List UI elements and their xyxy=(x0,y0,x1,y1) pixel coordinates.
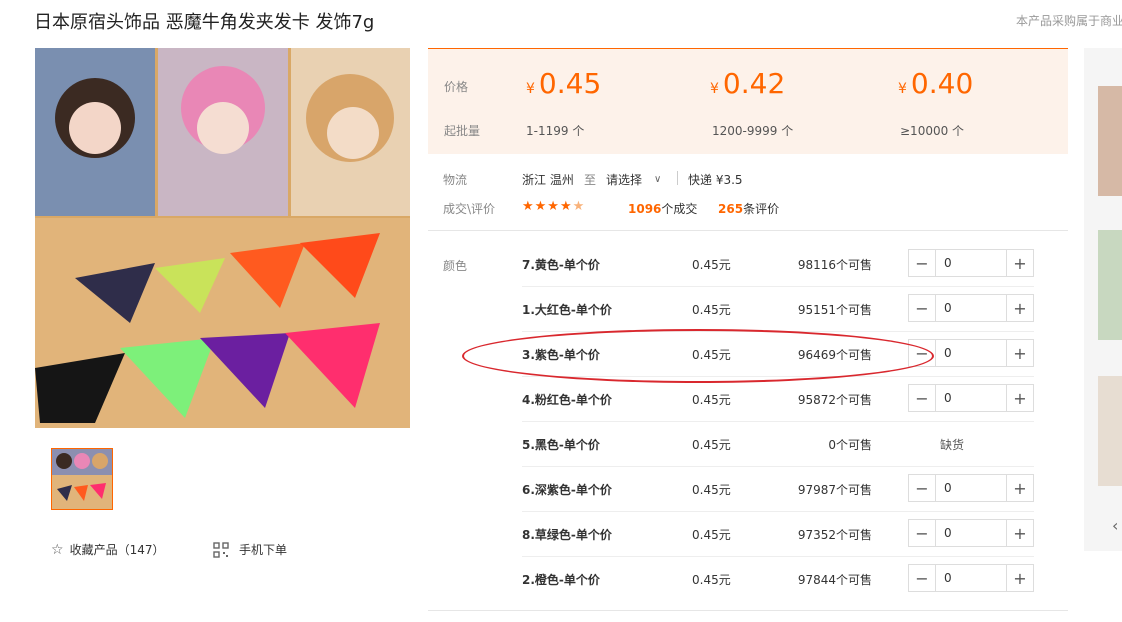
product-title: 日本原宿头饰品 恶魔牛角发夹发卡 发饰7g xyxy=(34,12,375,33)
moq-label: 起批量 xyxy=(444,124,481,138)
quantity-input[interactable]: 0 xyxy=(935,295,1007,321)
variant-name: 1.大红色-单个价 xyxy=(522,303,612,317)
review-count-link[interactable]: 265条评价 xyxy=(718,200,779,217)
minus-icon[interactable]: − xyxy=(909,385,935,411)
plus-icon[interactable]: + xyxy=(1007,295,1033,321)
variant-row: 1.大红色-单个价 0.45元 95151个可售 −0 + xyxy=(522,287,1034,332)
minus-icon[interactable]: − xyxy=(909,295,935,321)
variant-stock: 95872个可售 xyxy=(797,393,872,407)
variant-price: 0.45元 xyxy=(692,528,731,542)
quantity-stepper[interactable]: −0 + xyxy=(908,384,1034,412)
quantity-input[interactable]: 0 xyxy=(935,475,1007,501)
destination-select[interactable]: 请选择 ∨ xyxy=(606,171,661,188)
main-product-image[interactable] xyxy=(35,48,410,428)
plus-icon[interactable]: + xyxy=(1007,520,1033,546)
tier-range-3: ≥10000 个 xyxy=(900,124,965,138)
variant-price: 0.45元 xyxy=(692,573,731,587)
variant-row: 4.粉红色-单个价 0.45元 95872个可售 −0 + xyxy=(522,377,1034,422)
plus-icon[interactable]: + xyxy=(1007,340,1033,366)
quantity-stepper[interactable]: −0 + xyxy=(908,249,1034,277)
quantity-stepper[interactable]: −0 + xyxy=(908,519,1034,547)
thumbnail-photo xyxy=(52,449,112,509)
variant-price: 0.45元 xyxy=(692,303,731,317)
minus-icon[interactable]: − xyxy=(909,520,935,546)
destination-select-value: 请选择 xyxy=(606,173,643,187)
reviews-label: 成交\评价 xyxy=(443,202,496,216)
quantity-input[interactable]: 0 xyxy=(935,340,1007,366)
variant-stock: 97987个可售 xyxy=(797,483,872,497)
tier-price-3: ¥0.40 xyxy=(898,67,974,100)
variant-name: 7.黄色-单个价 xyxy=(522,258,600,272)
quantity-input[interactable]: 0 xyxy=(935,565,1007,591)
variant-stock: 0个可售 xyxy=(828,438,872,452)
variant-stock: 98116个可售 xyxy=(797,258,872,272)
variant-row: 5.黑色-单个价 0.45元 0个可售 缺货 xyxy=(522,422,1034,467)
color-label: 颜色 xyxy=(443,259,468,273)
divider xyxy=(677,171,678,185)
shipping-fee: 快递 ¥3.5 xyxy=(688,173,743,187)
quantity-stepper[interactable]: −0 + xyxy=(908,564,1034,592)
plus-icon[interactable]: + xyxy=(1007,565,1033,591)
variant-price: 0.45元 xyxy=(692,258,731,272)
recommend-image[interactable] xyxy=(1098,230,1122,340)
variant-stock: 97352个可售 xyxy=(797,528,872,542)
tier-range-2: 1200-9999 个 xyxy=(712,124,794,138)
recommend-image[interactable] xyxy=(1098,86,1122,196)
thumbnail-image[interactable] xyxy=(51,448,113,510)
minus-icon[interactable]: − xyxy=(909,565,935,591)
variant-row: 7.黄色-单个价 0.45元 98116个可售 −0 + xyxy=(522,242,1034,287)
logistics-to-word: 至 xyxy=(584,173,597,187)
minus-icon[interactable]: − xyxy=(909,475,935,501)
variant-name: 2.橙色-单个价 xyxy=(522,573,600,587)
variant-price: 0.45元 xyxy=(692,438,731,452)
recommend-sidebar: ‹ xyxy=(1084,48,1122,551)
logistics-label: 物流 xyxy=(443,173,468,187)
variant-row: 6.深紫色-单个价 0.45元 97987个可售 −0 + xyxy=(522,467,1034,512)
variant-row: 8.草绿色-单个价 0.45元 97352个可售 −0 + xyxy=(522,512,1034,557)
variant-row: 2.橙色-单个价 0.45元 97844个可售 −0 + xyxy=(522,557,1034,602)
annotation-circle xyxy=(462,329,934,383)
quantity-stepper[interactable]: −0 + xyxy=(908,294,1034,322)
qr-code-icon xyxy=(213,541,229,558)
tier-price-2: ¥0.42 xyxy=(710,67,786,100)
bottom-divider xyxy=(428,610,1068,611)
tier-range-1: 1-1199 个 xyxy=(526,124,585,138)
favorite-button[interactable]: ☆ 收藏产品（147） xyxy=(51,541,164,558)
top-note: 本产品采购属于商业 xyxy=(1016,14,1122,28)
variant-name: 4.粉红色-单个价 xyxy=(522,393,612,407)
quantity-input[interactable]: 0 xyxy=(935,250,1007,276)
variant-price: 0.45元 xyxy=(692,483,731,497)
chevron-left-icon[interactable]: ‹ xyxy=(1112,516,1118,535)
variant-stock: 97844个可售 xyxy=(797,573,872,587)
quantity-input[interactable]: 0 xyxy=(935,520,1007,546)
rating-stars: ★★★★★ xyxy=(522,199,586,214)
mobile-order-button[interactable]: 手机下单 xyxy=(213,541,287,558)
minus-icon[interactable]: − xyxy=(909,250,935,276)
logistics-from: 浙江 温州 xyxy=(522,173,574,187)
variant-name: 6.深紫色-单个价 xyxy=(522,483,612,497)
variant-price: 0.45元 xyxy=(692,393,731,407)
mobile-order-label: 手机下单 xyxy=(239,543,288,557)
sold-out-label: 缺货 xyxy=(940,438,965,452)
plus-icon[interactable]: + xyxy=(1007,475,1033,501)
deals-count-link[interactable]: 1096个成交 xyxy=(628,200,697,217)
variant-stock: 95151个可售 xyxy=(797,303,872,317)
plus-icon[interactable]: + xyxy=(1007,385,1033,411)
chevron-down-icon: ∨ xyxy=(654,174,662,185)
variant-name: 5.黑色-单个价 xyxy=(522,438,600,452)
price-label: 价格 xyxy=(444,80,469,94)
recommend-image[interactable] xyxy=(1098,376,1122,486)
variant-name: 8.草绿色-单个价 xyxy=(522,528,612,542)
plus-icon[interactable]: + xyxy=(1007,250,1033,276)
price-box: 价格 起批量 ¥0.45 1-1199 个 ¥0.42 1200-9999 个 … xyxy=(428,48,1068,154)
star-outline-icon: ☆ xyxy=(51,541,64,558)
quantity-stepper[interactable]: −0 + xyxy=(908,474,1034,502)
tier-price-1: ¥0.45 xyxy=(526,67,602,100)
quantity-input[interactable]: 0 xyxy=(935,385,1007,411)
product-photo xyxy=(35,48,410,428)
section-divider xyxy=(428,230,1068,231)
favorite-label: 收藏产品（147） xyxy=(69,543,165,557)
